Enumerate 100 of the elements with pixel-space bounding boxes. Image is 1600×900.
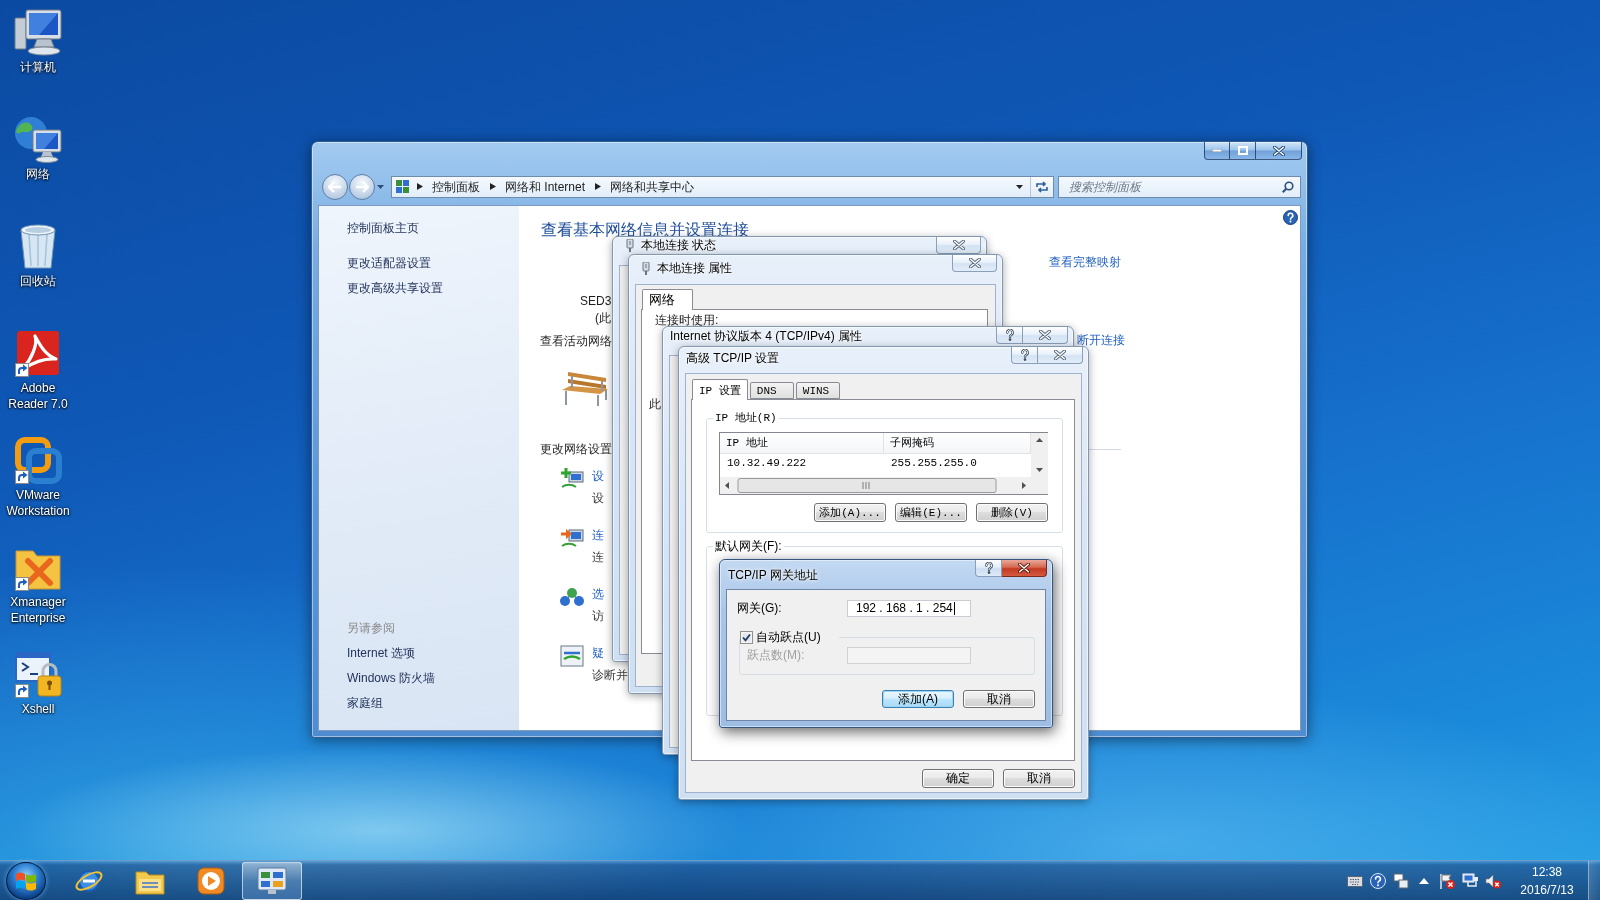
close-button[interactable] [1038, 347, 1083, 364]
show-desktop-button[interactable] [1588, 860, 1600, 900]
section-title: 查看活动网络 [540, 333, 612, 349]
refresh-button[interactable] [1030, 176, 1053, 197]
start-button[interactable] [6, 861, 46, 900]
bench-icon [560, 370, 609, 407]
section-title: 另请参阅 [347, 620, 395, 636]
maximize-button[interactable] [1230, 142, 1256, 160]
help-button[interactable] [1011, 347, 1038, 364]
play-tile-icon [196, 865, 226, 896]
globe-monitor-icon [14, 115, 62, 163]
tab[interactable]: DNS [749, 382, 794, 399]
network-monitor-icon[interactable] [1462, 872, 1478, 889]
sidebar-link[interactable]: 家庭组 [347, 695, 383, 711]
dialog-button[interactable]: 添加(A) [882, 690, 954, 708]
checkbox[interactable] [740, 631, 753, 644]
column-header[interactable]: IP 地址 [720, 433, 884, 453]
desktop-shortcut[interactable]: VMware Workstation [0, 436, 76, 519]
task-description: 连 [592, 549, 604, 565]
section-title: 更改网络设置 [540, 441, 612, 457]
dialog-button[interactable]: 编辑(E)... [895, 503, 967, 522]
close-icon [1272, 145, 1285, 156]
desktop-shortcut[interactable]: Xmanager Enterprise [0, 543, 76, 626]
tab[interactable]: WINS [795, 382, 840, 399]
monitor-icon [14, 8, 62, 56]
dialog-button[interactable]: 添加(A)... [814, 503, 886, 522]
address-bar[interactable]: 控制面板 网络和 Internet 网络和共享中心 [391, 175, 1054, 198]
address-list[interactable]: IP 地址 子网掩码 10.32.49.222 255.255.255.0 [719, 432, 1048, 495]
clock-date[interactable]: 2016/7/13 [1520, 880, 1574, 899]
close-icon [952, 240, 965, 250]
close-icon [968, 258, 981, 268]
dialog-button[interactable]: 取消 [1003, 769, 1075, 788]
caret-icon[interactable] [1016, 184, 1023, 189]
task-link[interactable]: 疑 [592, 645, 604, 661]
map-link[interactable]: 查看完整映射 [1049, 254, 1121, 270]
tab[interactable]: 网络 [642, 289, 693, 310]
desktop-shortcut[interactable]: 回收站 [0, 222, 76, 289]
taskbar-button[interactable] [242, 861, 302, 900]
help-button[interactable] [996, 327, 1023, 344]
minimize-icon [1212, 149, 1222, 152]
close-button[interactable] [1002, 560, 1047, 577]
refresh-icon [1035, 180, 1049, 193]
close-button[interactable] [1023, 327, 1068, 344]
group-title: 默认网关(F): [714, 540, 783, 553]
desktop-shortcut[interactable]: Xshell [0, 650, 76, 717]
clock-time[interactable]: 12:38 [1532, 862, 1562, 881]
dialog-title: Internet 协议版本 4 (TCP/IPv4) 属性 [670, 330, 863, 343]
task-link[interactable]: 选 [592, 586, 604, 602]
dialog-button[interactable]: 确定 [922, 769, 994, 788]
question-mark-icon [984, 562, 993, 574]
desktop-shortcut[interactable]: Adobe Reader 7.0 [0, 329, 76, 412]
field-label: 网关(G): [737, 601, 783, 616]
desktop-shortcut[interactable]: 网络 [0, 115, 76, 182]
gateway-field[interactable]: 192 . 168 . 1 . 254 [847, 600, 971, 617]
windows-stack-icon[interactable] [1393, 872, 1409, 889]
sidebar-link[interactable]: Internet 选项 [347, 645, 416, 661]
field-label: 此 [649, 396, 661, 412]
help-button[interactable] [975, 560, 1002, 577]
field-label: 连接时使用: [655, 312, 719, 328]
vertical-scrollbar[interactable] [1031, 433, 1048, 477]
computer-note: (此 [595, 310, 611, 326]
task-link[interactable]: 设 [592, 468, 604, 484]
sidebar-link[interactable]: Windows 防火墙 [347, 670, 435, 686]
tab[interactable]: IP 设置 [692, 379, 748, 400]
dialog-title: 高级 TCP/IP 设置 [686, 352, 780, 365]
desktop-shortcut[interactable]: 计算机 [0, 8, 76, 75]
search-icon[interactable] [1282, 180, 1294, 193]
speaker-muted-icon[interactable] [1485, 872, 1501, 889]
task-link[interactable]: 连 [592, 527, 604, 543]
group-title: IP 地址(R) [714, 412, 778, 425]
search-field[interactable]: 搜索控制面板 [1058, 175, 1301, 198]
computer-name: SED3 [580, 293, 612, 309]
text-cursor-icon [953, 602, 955, 615]
dialog-button[interactable]: 删除(V) [976, 503, 1048, 522]
dialog-title: 本地连接 属性 [657, 262, 733, 275]
spheres-icon [560, 586, 584, 608]
flag-x-icon[interactable] [1439, 872, 1455, 889]
arrow-right-icon [355, 180, 369, 193]
help-icon[interactable] [1283, 210, 1298, 225]
breadcrumb-item[interactable]: 控制面板 [430, 177, 482, 196]
field-label: 跃点数(M): [747, 648, 806, 663]
forward-button[interactable] [349, 173, 375, 200]
close-button[interactable] [952, 255, 997, 272]
close-button[interactable] [1256, 142, 1302, 160]
breadcrumb-item[interactable]: 网络和 Internet [503, 177, 588, 196]
nested-squares-icon [14, 436, 62, 484]
back-button[interactable] [322, 173, 348, 200]
sidebar-link[interactable]: 更改适配器设置 [347, 255, 431, 271]
horizontal-scrollbar[interactable] [720, 477, 1031, 494]
disconnect-link[interactable]: 断开连接 [1077, 332, 1125, 348]
dialog-button[interactable]: 取消 [963, 690, 1035, 708]
close-button[interactable] [936, 237, 981, 254]
terminal-lock-icon [14, 650, 62, 698]
checkbox-label[interactable]: 自动跃点(U) [756, 630, 836, 645]
minimize-button[interactable] [1204, 142, 1230, 160]
sidebar-link[interactable]: 控制面板主页 [347, 220, 419, 236]
sidebar-link[interactable]: 更改高级共享设置 [347, 280, 443, 296]
window-panels-icon [257, 865, 287, 896]
close-icon [1018, 563, 1030, 573]
breadcrumb-item[interactable]: 网络和共享中心 [608, 177, 697, 196]
